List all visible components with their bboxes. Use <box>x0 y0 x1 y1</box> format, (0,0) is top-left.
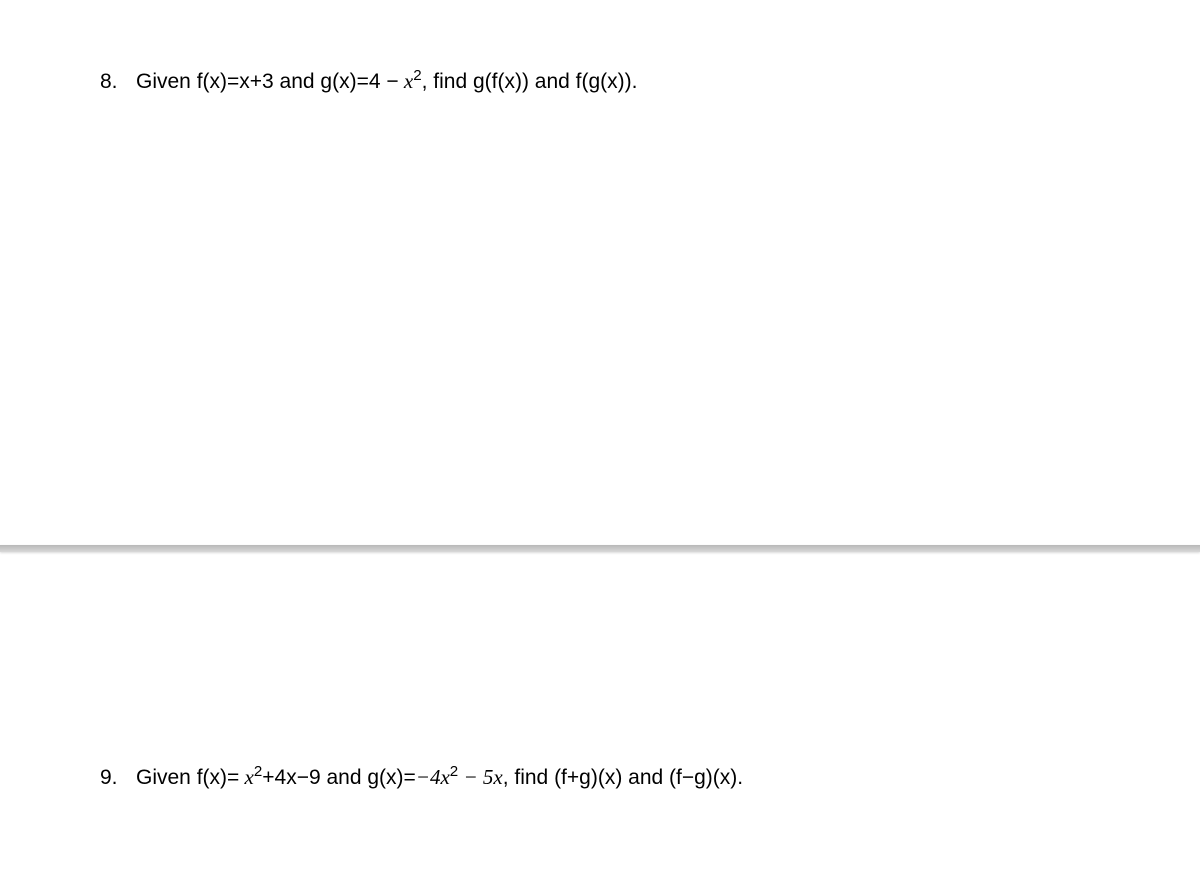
document-page: 8. Given f(x)=x+3 and g(x)=4 − x2, find … <box>0 0 1200 98</box>
p8-math: x <box>399 69 414 93</box>
problem-text-9: Given f(x)= x2+4x−9 and g(x)=−4x2 − 5x, … <box>136 762 743 794</box>
p9-math2-exp: 2 <box>450 763 458 780</box>
problem-number-8: 8. <box>100 66 136 98</box>
p8-suffix: , find g(f(x)) and f(g(x)). <box>422 70 638 93</box>
p9-math2-neg: −4x <box>416 765 450 789</box>
page-separator <box>0 545 1200 552</box>
problem-8: 8. Given f(x)=x+3 and g(x)=4 − x2, find … <box>100 66 1100 98</box>
problem-text-8: Given f(x)=x+3 and g(x)=4 − x2, find g(f… <box>136 66 638 98</box>
p9-math1-var: x <box>239 765 254 789</box>
p9-mid1: +4x−9 and g(x)= <box>262 766 416 789</box>
p9-math1-exp: 2 <box>254 763 262 780</box>
problem-number-9: 9. <box>100 762 136 794</box>
problem-9: 9. Given f(x)= x2+4x−9 and g(x)=−4x2 − 5… <box>100 762 743 794</box>
p9-prefix: Given f(x)= <box>136 766 239 789</box>
p8-exponent: 2 <box>413 67 421 84</box>
p9-suffix: , find (f+g)(x) and (f−g)(x). <box>503 766 743 789</box>
p9-math2-rest: − 5x <box>458 765 503 789</box>
p8-prefix: Given f(x)=x+3 and g(x)=4 − <box>136 70 399 93</box>
